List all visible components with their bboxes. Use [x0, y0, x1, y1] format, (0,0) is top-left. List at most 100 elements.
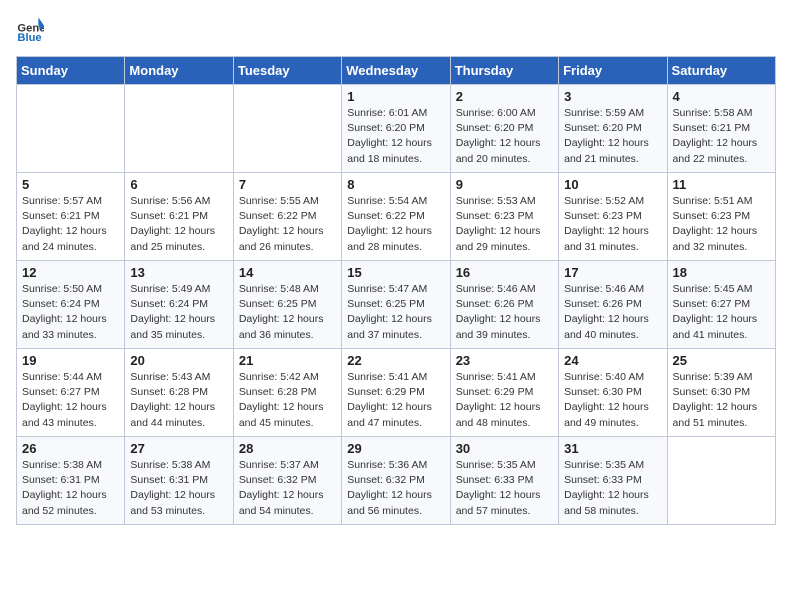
- calendar-cell: 22 Sunrise: 5:41 AM Sunset: 6:29 PM Dayli…: [342, 349, 450, 437]
- day-number: 11: [673, 177, 770, 192]
- calendar-cell: 5Sunrise: 5:57 AM Sunset: 6:21 PM Daylig…: [17, 173, 125, 261]
- calendar-week-row: 26 Sunrise: 5:38 AM Sunset: 6:31 PM Dayli…: [17, 437, 776, 525]
- day-info: Sunrise: 5:35 AM Sunset: 6:33 PM Dayligh…: [564, 459, 649, 517]
- day-info: Sunrise: 5:56 AM Sunset: 6:21 PM Dayligh…: [130, 195, 215, 253]
- calendar-cell: 27 Sunrise: 5:38 AM Sunset: 6:31 PM Dayli…: [125, 437, 233, 525]
- day-info: Sunrise: 5:38 AM Sunset: 6:31 PM Dayligh…: [130, 459, 215, 517]
- day-info: Sunrise: 5:48 AM Sunset: 6:25 PM Dayligh…: [239, 283, 324, 341]
- day-number: 14: [239, 265, 336, 280]
- calendar-week-row: 19 Sunrise: 5:44 AM Sunset: 6:27 PM Dayli…: [17, 349, 776, 437]
- calendar-cell: 29 Sunrise: 5:36 AM Sunset: 6:32 PM Dayli…: [342, 437, 450, 525]
- calendar-cell: [667, 437, 775, 525]
- day-info: Sunrise: 5:49 AM Sunset: 6:24 PM Dayligh…: [130, 283, 215, 341]
- day-info: Sunrise: 5:45 AM Sunset: 6:27 PM Dayligh…: [673, 283, 758, 341]
- day-number: 1: [347, 89, 444, 104]
- day-number: 20: [130, 353, 227, 368]
- calendar-cell: 16 Sunrise: 5:46 AM Sunset: 6:26 PM Dayli…: [450, 261, 558, 349]
- day-info: Sunrise: 5:47 AM Sunset: 6:25 PM Dayligh…: [347, 283, 432, 341]
- calendar-cell: 11 Sunrise: 5:51 AM Sunset: 6:23 PM Dayli…: [667, 173, 775, 261]
- calendar-header: SundayMondayTuesdayWednesdayThursdayFrid…: [17, 57, 776, 85]
- day-info: Sunrise: 5:52 AM Sunset: 6:23 PM Dayligh…: [564, 195, 649, 253]
- calendar-cell: 12 Sunrise: 5:50 AM Sunset: 6:24 PM Dayli…: [17, 261, 125, 349]
- calendar-cell: 13 Sunrise: 5:49 AM Sunset: 6:24 PM Dayli…: [125, 261, 233, 349]
- day-info: Sunrise: 5:36 AM Sunset: 6:32 PM Dayligh…: [347, 459, 432, 517]
- day-number: 30: [456, 441, 553, 456]
- calendar-cell: 21Sunrise: 5:42 AM Sunset: 6:28 PM Dayli…: [233, 349, 341, 437]
- day-info: Sunrise: 5:46 AM Sunset: 6:26 PM Dayligh…: [564, 283, 649, 341]
- day-info: Sunrise: 5:44 AM Sunset: 6:27 PM Dayligh…: [22, 371, 107, 429]
- weekday-header-wednesday: Wednesday: [342, 57, 450, 85]
- day-info: Sunrise: 5:50 AM Sunset: 6:24 PM Dayligh…: [22, 283, 107, 341]
- day-info: Sunrise: 5:39 AM Sunset: 6:30 PM Dayligh…: [673, 371, 758, 429]
- calendar-cell: 18 Sunrise: 5:45 AM Sunset: 6:27 PM Dayli…: [667, 261, 775, 349]
- calendar-cell: [125, 85, 233, 173]
- day-number: 27: [130, 441, 227, 456]
- day-number: 19: [22, 353, 119, 368]
- calendar-cell: 25Sunrise: 5:39 AM Sunset: 6:30 PM Dayli…: [667, 349, 775, 437]
- day-number: 16: [456, 265, 553, 280]
- calendar-cell: 4 Sunrise: 5:58 AM Sunset: 6:21 PM Daylig…: [667, 85, 775, 173]
- day-info: Sunrise: 5:43 AM Sunset: 6:28 PM Dayligh…: [130, 371, 215, 429]
- calendar-cell: [17, 85, 125, 173]
- day-info: Sunrise: 5:58 AM Sunset: 6:21 PM Dayligh…: [673, 107, 758, 165]
- day-info: Sunrise: 5:55 AM Sunset: 6:22 PM Dayligh…: [239, 195, 324, 253]
- day-number: 17: [564, 265, 661, 280]
- calendar-cell: 19 Sunrise: 5:44 AM Sunset: 6:27 PM Dayli…: [17, 349, 125, 437]
- weekday-header-monday: Monday: [125, 57, 233, 85]
- logo: General Blue: [16, 16, 48, 44]
- day-number: 28: [239, 441, 336, 456]
- day-info: Sunrise: 6:00 AM Sunset: 6:20 PM Dayligh…: [456, 107, 541, 165]
- day-info: Sunrise: 5:37 AM Sunset: 6:32 PM Dayligh…: [239, 459, 324, 517]
- weekday-header-thursday: Thursday: [450, 57, 558, 85]
- day-info: Sunrise: 5:59 AM Sunset: 6:20 PM Dayligh…: [564, 107, 649, 165]
- day-info: Sunrise: 5:41 AM Sunset: 6:29 PM Dayligh…: [347, 371, 432, 429]
- calendar-body: 1 Sunrise: 6:01 AM Sunset: 6:20 PM Daylig…: [17, 85, 776, 525]
- day-info: Sunrise: 5:42 AM Sunset: 6:28 PM Dayligh…: [239, 371, 324, 429]
- day-info: Sunrise: 6:01 AM Sunset: 6:20 PM Dayligh…: [347, 107, 432, 165]
- calendar-cell: 6Sunrise: 5:56 AM Sunset: 6:21 PM Daylig…: [125, 173, 233, 261]
- calendar-cell: 15 Sunrise: 5:47 AM Sunset: 6:25 PM Dayli…: [342, 261, 450, 349]
- svg-text:Blue: Blue: [17, 32, 41, 44]
- day-number: 15: [347, 265, 444, 280]
- logo-icon: General Blue: [16, 16, 44, 44]
- day-number: 29: [347, 441, 444, 456]
- day-number: 12: [22, 265, 119, 280]
- day-number: 9: [456, 177, 553, 192]
- day-number: 18: [673, 265, 770, 280]
- day-info: Sunrise: 5:57 AM Sunset: 6:21 PM Dayligh…: [22, 195, 107, 253]
- calendar-cell: 23Sunrise: 5:41 AM Sunset: 6:29 PM Dayli…: [450, 349, 558, 437]
- day-number: 8: [347, 177, 444, 192]
- day-number: 10: [564, 177, 661, 192]
- weekday-header-saturday: Saturday: [667, 57, 775, 85]
- calendar-cell: 17 Sunrise: 5:46 AM Sunset: 6:26 PM Dayli…: [559, 261, 667, 349]
- day-info: Sunrise: 5:54 AM Sunset: 6:22 PM Dayligh…: [347, 195, 432, 253]
- calendar-cell: 28 Sunrise: 5:37 AM Sunset: 6:32 PM Dayli…: [233, 437, 341, 525]
- day-info: Sunrise: 5:40 AM Sunset: 6:30 PM Dayligh…: [564, 371, 649, 429]
- day-info: Sunrise: 5:51 AM Sunset: 6:23 PM Dayligh…: [673, 195, 758, 253]
- calendar-cell: 14 Sunrise: 5:48 AM Sunset: 6:25 PM Dayli…: [233, 261, 341, 349]
- day-number: 23: [456, 353, 553, 368]
- weekday-header-tuesday: Tuesday: [233, 57, 341, 85]
- weekday-header-sunday: Sunday: [17, 57, 125, 85]
- day-number: 13: [130, 265, 227, 280]
- day-number: 31: [564, 441, 661, 456]
- day-number: 4: [673, 89, 770, 104]
- calendar-cell: 26Sunrise: 5:38 AM Sunset: 6:31 PM Dayli…: [17, 437, 125, 525]
- page-header: General Blue: [16, 16, 776, 44]
- day-info: Sunrise: 5:46 AM Sunset: 6:26 PM Dayligh…: [456, 283, 541, 341]
- calendar-table: SundayMondayTuesdayWednesdayThursdayFrid…: [16, 56, 776, 525]
- calendar-cell: 3Sunrise: 5:59 AM Sunset: 6:20 PM Daylig…: [559, 85, 667, 173]
- calendar-week-row: 12 Sunrise: 5:50 AM Sunset: 6:24 PM Dayli…: [17, 261, 776, 349]
- day-info: Sunrise: 5:53 AM Sunset: 6:23 PM Dayligh…: [456, 195, 541, 253]
- day-info: Sunrise: 5:35 AM Sunset: 6:33 PM Dayligh…: [456, 459, 541, 517]
- calendar-week-row: 5Sunrise: 5:57 AM Sunset: 6:21 PM Daylig…: [17, 173, 776, 261]
- day-number: 7: [239, 177, 336, 192]
- day-number: 26: [22, 441, 119, 456]
- calendar-cell: 10 Sunrise: 5:52 AM Sunset: 6:23 PM Dayli…: [559, 173, 667, 261]
- day-number: 22: [347, 353, 444, 368]
- weekday-header-friday: Friday: [559, 57, 667, 85]
- day-number: 24: [564, 353, 661, 368]
- calendar-cell: 9 Sunrise: 5:53 AM Sunset: 6:23 PM Daylig…: [450, 173, 558, 261]
- weekday-header-row: SundayMondayTuesdayWednesdayThursdayFrid…: [17, 57, 776, 85]
- calendar-cell: 24 Sunrise: 5:40 AM Sunset: 6:30 PM Dayli…: [559, 349, 667, 437]
